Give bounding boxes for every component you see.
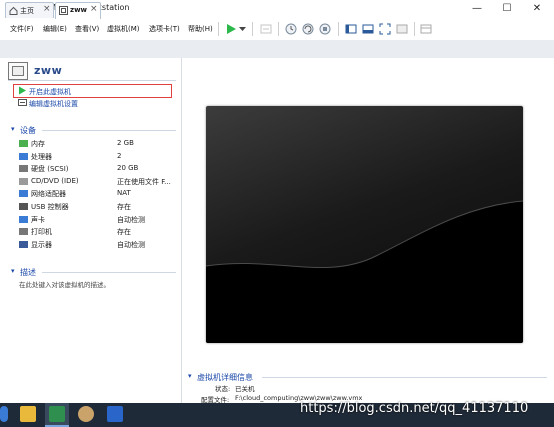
divider (42, 130, 176, 131)
device-value: 2 GB (117, 139, 134, 147)
menu-vm[interactable]: 虚拟机(M) (107, 24, 140, 34)
device-value: 自动检测 (117, 240, 145, 249)
hard-disk-icon (19, 165, 28, 173)
menu-view[interactable]: 查看(V) (75, 24, 99, 34)
menu-file[interactable]: 文件(F) (10, 24, 34, 34)
status-value: 已关机 (235, 385, 255, 393)
display-icon (19, 240, 28, 248)
full-screen-icon[interactable] (379, 23, 391, 35)
power-on-vm-link[interactable]: 开启此虚拟机 (29, 87, 71, 97)
device-name[interactable]: CD/DVD (IDE) (31, 177, 79, 185)
device-name[interactable]: 打印机 (31, 227, 52, 237)
tab-bar (0, 40, 554, 59)
device-value: 2 (117, 151, 122, 160)
snapshot-manager-icon[interactable] (319, 23, 331, 35)
menu-tabs[interactable]: 选项卡(T) (149, 24, 180, 34)
edit-settings-icon (18, 99, 27, 106)
details-collapse-caret[interactable]: ▾ (188, 372, 192, 380)
thumbnail-bar-icon[interactable] (362, 23, 374, 35)
file-explorer-icon[interactable] (20, 406, 36, 422)
app-icon[interactable] (78, 406, 94, 422)
network-adapter-icon (19, 190, 28, 198)
device-value: 正在使用文件 F... (117, 177, 171, 186)
browser-icon[interactable] (0, 406, 8, 422)
description-placeholder[interactable]: 在此处键入对该虚拟机的描述。 (19, 279, 110, 289)
tab-home-label: 主页 (20, 7, 34, 15)
toolbar-separator (278, 22, 279, 36)
tab-zww-close-icon[interactable]: × (90, 4, 98, 14)
description-collapse-caret[interactable]: ▾ (11, 267, 15, 275)
device-value: 自动检测 (117, 215, 145, 224)
snapshot-icon[interactable] (285, 23, 297, 35)
device-name[interactable]: 声卡 (31, 215, 45, 225)
vm-details-title[interactable]: 虚拟机详细信息 (197, 372, 253, 383)
toolbar-separator (338, 22, 339, 36)
vmware-taskbar-icon[interactable] (49, 406, 65, 422)
toolbar-separator (218, 22, 219, 36)
close-button[interactable]: ✕ (522, 0, 552, 18)
device-name[interactable]: 网络适配器 (31, 189, 66, 199)
device-name[interactable]: USB 控制器 (31, 202, 69, 212)
printer-icon (19, 228, 28, 236)
tab-home-close-icon[interactable]: × (43, 4, 51, 14)
device-name[interactable]: 显示器 (31, 240, 52, 250)
vm-name: zww (34, 64, 63, 77)
device-value: 存在 (117, 203, 131, 211)
maximize-button[interactable]: ☐ (492, 0, 522, 18)
chevron-down-icon[interactable] (239, 26, 246, 32)
divider (8, 80, 176, 81)
edit-vm-settings-link[interactable]: 编辑虚拟机设置 (29, 99, 78, 109)
sidebar-toggle-icon[interactable] (345, 23, 357, 35)
home-icon (9, 6, 18, 15)
minimize-button[interactable]: — (462, 0, 492, 18)
menu-help[interactable]: 帮助(H) (188, 24, 213, 34)
sound-card-icon (19, 215, 28, 223)
vm-screen-thumbnail[interactable] (206, 106, 523, 343)
device-name[interactable]: 硬盘 (SCSI) (31, 164, 69, 174)
tab-zww[interactable]: zww × (55, 2, 101, 19)
tab-zww-label: zww (70, 6, 88, 14)
revert-snapshot-icon[interactable] (302, 23, 314, 35)
usb-icon (19, 203, 28, 210)
vm-icon (59, 6, 68, 15)
cpu-icon (19, 152, 28, 160)
device-name[interactable]: 内存 (31, 139, 45, 149)
watermark-text: https://blog.csdn.net/qq_41137110 (300, 401, 529, 416)
divider (42, 272, 176, 273)
divider (262, 377, 547, 378)
toolbar-separator (414, 22, 415, 36)
unity-icon[interactable] (396, 23, 408, 35)
console-view-icon[interactable] (420, 23, 432, 35)
send-ctrl-alt-del-icon[interactable] (260, 23, 272, 35)
device-name[interactable]: 处理器 (31, 152, 52, 162)
device-value: 存在 (117, 228, 131, 237)
devices-section-title[interactable]: 设备 (20, 125, 36, 136)
play-icon[interactable] (225, 23, 237, 35)
device-value: NAT (117, 189, 131, 198)
menu-edit[interactable]: 编辑(E) (43, 24, 67, 34)
vm-large-icon (8, 62, 28, 80)
status-label: 状态: (215, 385, 231, 393)
screen-wave-graphic (206, 200, 523, 343)
description-section-title[interactable]: 描述 (20, 267, 36, 278)
cd-dvd-icon (19, 177, 28, 185)
toolbar-separator (252, 22, 253, 36)
visual-studio-icon[interactable] (107, 406, 123, 422)
play-icon (19, 86, 26, 95)
tab-home[interactable]: 主页 × (5, 2, 54, 18)
devices-collapse-caret[interactable]: ▾ (11, 125, 15, 133)
memory-icon (19, 140, 28, 147)
device-value: 20 GB (117, 164, 139, 173)
